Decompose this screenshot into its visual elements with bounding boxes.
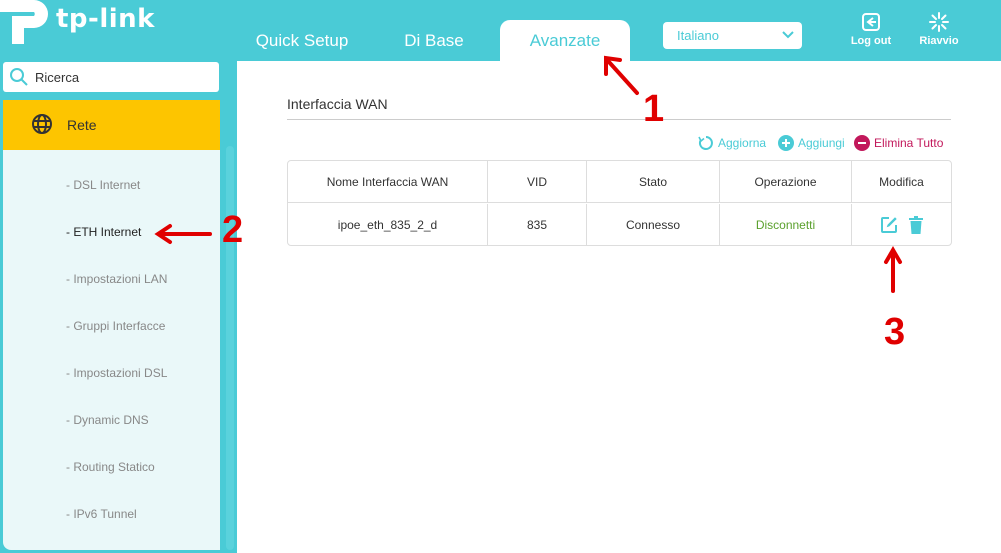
sidebar: Ricerca Rete - DSL Internet - ETH Intern… (0, 61, 237, 553)
column-header-modify: Modifica (879, 175, 924, 189)
page-title: Interfaccia WAN (287, 96, 388, 112)
add-button[interactable]: Aggiungi (778, 135, 845, 151)
refresh-label: Aggiorna (718, 136, 767, 150)
tab-quick-setup[interactable]: Quick Setup (240, 20, 364, 61)
annotation-3: 3 (884, 311, 906, 353)
refresh-button[interactable]: Aggiorna (698, 135, 766, 151)
reboot-label: Riavvio (919, 35, 959, 47)
column-header-name: Nome Interfaccia WAN (288, 161, 488, 203)
search-icon (10, 68, 28, 86)
tab-avanzate[interactable]: Avanzate (500, 20, 630, 61)
chevron-down-icon (782, 31, 794, 39)
language-selected: Italiano (677, 28, 719, 43)
cell-modify (852, 204, 951, 245)
annotation-2: 2 (222, 209, 244, 251)
tab-di-base[interactable]: Di Base (390, 20, 478, 61)
column-header-vid: VID (488, 161, 587, 203)
sidebar-item-dynamic-dns[interactable]: - Dynamic DNS (66, 413, 149, 427)
sidebar-section-label: Rete (67, 117, 97, 133)
cell-vid: 835 (488, 204, 587, 245)
sidebar-submenu: - DSL Internet - ETH Internet - Impostaz… (3, 150, 220, 550)
logout-icon (862, 13, 880, 31)
edit-button[interactable] (880, 216, 898, 234)
language-select[interactable]: Italiano (663, 22, 802, 49)
add-label: Aggiungi (798, 136, 845, 150)
table-header-row: Nome Interfaccia WAN VID Stato Operazion… (288, 161, 951, 203)
sidebar-item-gruppi-interfacce[interactable]: - Gruppi Interfacce (66, 319, 165, 333)
logout-label: Log out (850, 35, 892, 47)
globe-icon (32, 114, 52, 134)
sidebar-item-routing-statico[interactable]: - Routing Statico (66, 460, 155, 474)
search-placeholder: Ricerca (35, 69, 80, 85)
column-header-operation: Operazione (720, 161, 852, 203)
logout-button[interactable]: Log out (848, 12, 894, 52)
sidebar-item-impostazioni-lan[interactable]: - Impostazioni LAN (66, 272, 167, 286)
delete-all-button[interactable]: Elimina Tutto (854, 135, 943, 151)
sidebar-item-impostazioni-dsl[interactable]: - Impostazioni DSL (66, 366, 167, 380)
delete-all-label: Elimina Tutto (874, 136, 944, 150)
cell-operation: Disconnetti (720, 204, 852, 245)
cell-status: Connesso (587, 204, 720, 245)
sidebar-item-eth-internet[interactable]: - ETH Internet (66, 225, 141, 239)
sidebar-item-dsl-internet[interactable]: - DSL Internet (66, 178, 140, 192)
tp-link-logo-icon (0, 0, 48, 44)
column-header-status: Stato (587, 161, 720, 203)
logo-text: tp-link (56, 4, 155, 34)
annotation-1: 1 (643, 88, 665, 130)
minus-circle-icon (854, 135, 870, 151)
trash-icon (908, 216, 923, 234)
wan-interface-table: Nome Interfaccia WAN VID Stato Operazion… (287, 160, 952, 246)
title-divider (287, 119, 951, 120)
sidebar-item-ipv6-tunnel[interactable]: - IPv6 Tunnel (66, 507, 137, 521)
delete-button[interactable] (908, 216, 924, 234)
plus-circle-icon (778, 135, 794, 151)
disconnect-link[interactable]: Disconnetti (756, 218, 815, 232)
search-input[interactable]: Ricerca (3, 62, 219, 92)
edit-icon (880, 217, 897, 233)
sidebar-section-rete[interactable]: Rete (3, 100, 220, 150)
main-content: Interfaccia WAN Aggiorna Aggiungi Elimin… (237, 61, 1001, 553)
table-row: ipoe_eth_835_2_d 835 Connesso Disconnett… (288, 204, 951, 245)
top-header: tp-link Quick Setup Di Base Avanzate Ita… (0, 0, 1001, 61)
cell-interface-name: ipoe_eth_835_2_d (288, 204, 488, 245)
sidebar-scrollbar[interactable] (226, 146, 234, 550)
reboot-button[interactable]: Riavvio (916, 12, 962, 52)
refresh-icon (698, 136, 713, 150)
reboot-icon (929, 12, 949, 32)
